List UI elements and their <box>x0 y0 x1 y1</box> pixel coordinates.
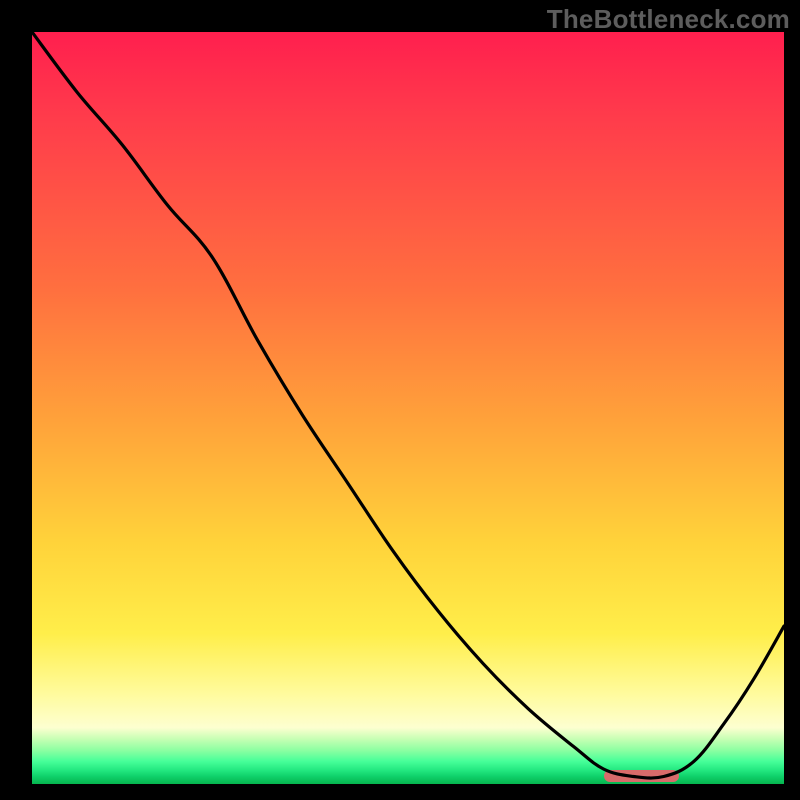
plot-area <box>32 32 784 784</box>
bottleneck-curve <box>32 32 784 784</box>
watermark-text: TheBottleneck.com <box>547 4 790 35</box>
chart-frame: TheBottleneck.com <box>0 0 800 800</box>
